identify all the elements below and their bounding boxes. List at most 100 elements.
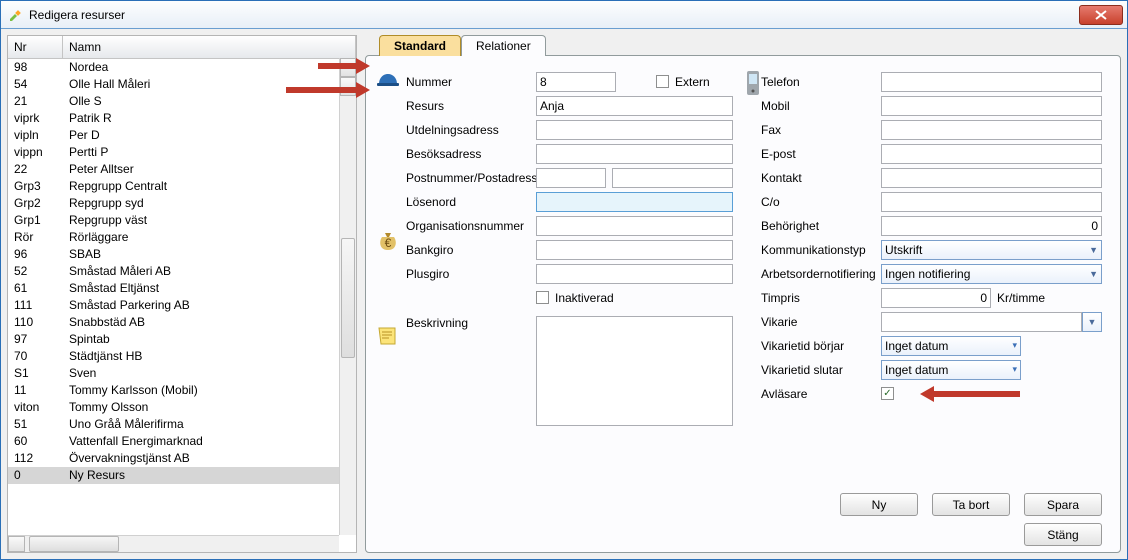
table-row[interactable]: RörRörläggare [8, 229, 356, 246]
table-row[interactable]: vippnPertti P [8, 144, 356, 161]
vikarie-dropdown[interactable]: ▼ [1082, 312, 1102, 332]
stang-button[interactable]: Stäng [1024, 523, 1102, 546]
table-row[interactable]: 22Peter Alltser [8, 161, 356, 178]
right-form: Telefon Mobil Fax E-post Kontakt C/o Beh… [753, 70, 1102, 430]
table-row[interactable]: Grp2Repgrupp syd [8, 195, 356, 212]
orgnr-input[interactable] [536, 216, 733, 236]
annotation-arrow [286, 82, 370, 98]
list-header: Nr Namn [8, 36, 356, 59]
vikarietid-borjar-dropdown[interactable]: Inget datum▾ [881, 336, 1021, 356]
vikarietid-slutar-dropdown[interactable]: Inget datum▾ [881, 360, 1021, 380]
horizontal-scrollbar[interactable] [8, 535, 339, 552]
table-row[interactable]: S1Sven [8, 365, 356, 382]
table-row[interactable]: vitonTommy Olsson [8, 399, 356, 416]
spara-button[interactable]: Spara [1024, 493, 1102, 516]
tab-content: € Nummer Extern Resurs [365, 55, 1121, 553]
table-row[interactable]: 98Nordea [8, 59, 356, 76]
tab-standard[interactable]: Standard [379, 35, 461, 56]
table-row[interactable]: 110Snabbstäd AB [8, 314, 356, 331]
tabort-button[interactable]: Ta bort [932, 493, 1010, 516]
label-bankgiro: Bankgiro [406, 243, 536, 257]
aon-dropdown[interactable]: Ingen notifiering▼ [881, 264, 1102, 284]
chevron-down-icon: ▾ [1012, 364, 1017, 375]
avlasare-checkbox[interactable] [881, 387, 894, 400]
ny-button[interactable]: Ny [840, 493, 918, 516]
left-form: € Nummer Extern Resurs [384, 70, 733, 430]
behorighet-input[interactable] [881, 216, 1102, 236]
co-input[interactable] [881, 192, 1102, 212]
header-nr[interactable]: Nr [8, 36, 63, 58]
table-row[interactable]: 111Småstad Parkering AB [8, 297, 356, 314]
besoksadress-input[interactable] [536, 144, 733, 164]
label-timpris: Timpris [761, 291, 881, 305]
header-name[interactable]: Namn [63, 36, 356, 58]
table-row[interactable]: 52Småstad Måleri AB [8, 263, 356, 280]
postadress-input[interactable] [612, 168, 733, 188]
chevron-down-icon: ▼ [1088, 317, 1097, 327]
chevron-down-icon: ▼ [1089, 245, 1098, 255]
table-row[interactable]: viprkPatrik R [8, 110, 356, 127]
label-aon: Arbetsordernotifiering [761, 267, 881, 281]
brush-icon [7, 7, 23, 23]
beskrivning-input[interactable] [536, 316, 733, 426]
plusgiro-input[interactable] [536, 264, 733, 284]
resource-list: Nr Namn 98Nordea54Olle Hall Måleri21Olle… [7, 35, 357, 553]
inaktiverad-checkbox[interactable] [536, 291, 549, 304]
mobil-input[interactable] [881, 96, 1102, 116]
table-row[interactable]: 60Vattenfall Energimarknad [8, 433, 356, 450]
label-inaktiverad: Inaktiverad [555, 291, 614, 305]
resource-list-panel: Nr Namn 98Nordea54Olle Hall Måleri21Olle… [7, 35, 357, 553]
table-row[interactable]: 70Städtjänst HB [8, 348, 356, 365]
tab-relationer[interactable]: Relationer [461, 35, 546, 56]
extern-checkbox[interactable] [656, 75, 669, 88]
kontakt-input[interactable] [881, 168, 1102, 188]
kommtyp-dropdown[interactable]: Utskrift▼ [881, 240, 1102, 260]
label-besoksadress: Besöksadress [406, 147, 536, 161]
postnummer-input[interactable] [536, 168, 606, 188]
epost-input[interactable] [881, 144, 1102, 164]
label-timpris-unit: Kr/timme [997, 291, 1045, 305]
label-utdelningsadress: Utdelningsadress [406, 123, 536, 137]
phone-icon [739, 70, 767, 99]
label-postnummer: Postnummer/Postadress [406, 171, 536, 185]
label-vikarietid-slutar: Vikarietid slutar [761, 363, 881, 377]
telefon-input[interactable] [881, 72, 1102, 92]
table-row[interactable]: 51Uno Gråå Målerifirma [8, 416, 356, 433]
bankgiro-input[interactable] [536, 240, 733, 260]
close-button[interactable] [1079, 5, 1123, 25]
label-nummer: Nummer [406, 75, 536, 89]
table-row[interactable]: 11Tommy Karlsson (Mobil) [8, 382, 356, 399]
scroll-thumb[interactable] [341, 238, 355, 358]
annotation-arrow [920, 386, 1020, 402]
table-row[interactable]: Grp3Repgrupp Centralt [8, 178, 356, 195]
timpris-input[interactable] [881, 288, 991, 308]
vikarie-input[interactable] [881, 312, 1082, 332]
helmet-icon [374, 70, 402, 93]
table-row[interactable]: 96SBAB [8, 246, 356, 263]
fax-input[interactable] [881, 120, 1102, 140]
label-telefon: Telefon [761, 75, 881, 89]
table-row[interactable]: 0Ny Resurs [8, 467, 356, 484]
svg-text:€: € [385, 236, 392, 250]
chevron-down-icon: ▾ [1012, 340, 1017, 351]
vertical-scrollbar[interactable] [339, 58, 356, 535]
detail-panel: Standard Relationer € [365, 35, 1121, 553]
action-buttons: Ny Ta bort Spara [840, 493, 1102, 516]
utdelningsadress-input[interactable] [536, 120, 733, 140]
label-resurs: Resurs [406, 99, 536, 113]
notepad-icon [374, 325, 402, 350]
chevron-down-icon: ▼ [1089, 269, 1098, 279]
table-row[interactable]: viplnPer D [8, 127, 356, 144]
losenord-input[interactable] [536, 192, 733, 212]
label-kommtyp: Kommunikationstyp [761, 243, 881, 257]
table-row[interactable]: Grp1Repgrupp väst [8, 212, 356, 229]
content-area: Nr Namn 98Nordea54Olle Hall Måleri21Olle… [1, 29, 1127, 559]
table-row[interactable]: 112Övervakningstjänst AB [8, 450, 356, 467]
label-vikarie: Vikarie [761, 315, 881, 329]
table-row[interactable]: 61Småstad Eltjänst [8, 280, 356, 297]
resurs-input[interactable] [536, 96, 733, 116]
table-row[interactable]: 97Spintab [8, 331, 356, 348]
titlebar: Redigera resurser [1, 1, 1127, 29]
label-kontakt: Kontakt [761, 171, 881, 185]
nummer-input[interactable] [536, 72, 616, 92]
